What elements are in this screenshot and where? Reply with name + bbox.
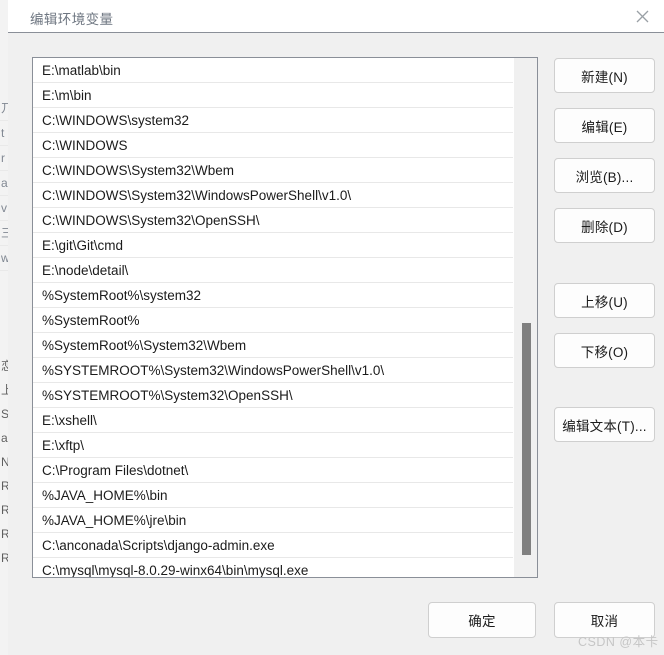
list-item[interactable]: C:\WINDOWS\System32\Wbem <box>33 158 513 183</box>
list-item[interactable]: %SYSTEMROOT%\System32\OpenSSH\ <box>33 383 513 408</box>
scrollbar-thumb[interactable] <box>522 323 531 555</box>
list-item[interactable]: E:\xftp\ <box>33 433 513 458</box>
edit-text-button[interactable]: 编辑文本(T)... <box>554 407 655 442</box>
list-item[interactable]: %JAVA_HOME%\bin <box>33 483 513 508</box>
dialog-titlebar: 编辑环境变量 <box>8 0 664 33</box>
list-item[interactable]: %SystemRoot% <box>33 308 513 333</box>
list-item[interactable]: E:\git\Git\cmd <box>33 233 513 258</box>
list-item[interactable]: %JAVA_HOME%\jre\bin <box>33 508 513 533</box>
list-item[interactable]: C:\WINDOWS\System32\WindowsPowerShell\v1… <box>33 183 513 208</box>
list-item[interactable]: C:\mysql\mysql-8.0.29-winx64\bin\mysql.e… <box>33 558 513 577</box>
list-item[interactable]: C:\anconada\Scripts\django-admin.exe <box>33 533 513 558</box>
browse-button[interactable]: 浏览(B)... <box>554 158 655 193</box>
list-item[interactable]: %SystemRoot%\System32\Wbem <box>33 333 513 358</box>
move-up-button[interactable]: 上移(U) <box>554 283 655 318</box>
list-item[interactable]: C:\WINDOWS\system32 <box>33 108 513 133</box>
edit-environment-variable-dialog: 编辑环境变量 E:\matlab\bin E:\m\bin C:\WINDOWS\s… <box>8 0 664 655</box>
list-item[interactable]: C:\WINDOWS\System32\OpenSSH\ <box>33 208 513 233</box>
close-icon[interactable] <box>620 0 664 33</box>
cancel-button[interactable]: 取消 <box>554 602 655 638</box>
path-listbox[interactable]: E:\matlab\bin E:\m\bin C:\WINDOWS\system32… <box>32 57 538 578</box>
list-item[interactable]: %SYSTEMROOT%\System32\WindowsPowerShell\… <box>33 358 513 383</box>
list-item[interactable]: %SystemRoot%\system32 <box>33 283 513 308</box>
dialog-title: 编辑环境变量 <box>30 12 114 27</box>
edit-button[interactable]: 编辑(E) <box>554 108 655 143</box>
list-item[interactable]: E:\m\bin <box>33 83 513 108</box>
path-list[interactable]: E:\matlab\bin E:\m\bin C:\WINDOWS\system32… <box>33 58 513 577</box>
delete-button[interactable]: 删除(D) <box>554 208 655 243</box>
list-item[interactable]: E:\xshell\ <box>33 408 513 433</box>
list-item[interactable]: E:\matlab\bin <box>33 58 513 83</box>
move-down-button[interactable]: 下移(O) <box>554 333 655 368</box>
new-button[interactable]: 新建(N) <box>554 58 655 93</box>
ok-button[interactable]: 确定 <box>428 602 536 638</box>
list-item[interactable]: E:\node\detail\ <box>33 258 513 283</box>
list-item[interactable]: C:\Program Files\dotnet\ <box>33 458 513 483</box>
list-scrollbar[interactable] <box>513 58 537 577</box>
list-item[interactable]: C:\WINDOWS <box>33 133 513 158</box>
